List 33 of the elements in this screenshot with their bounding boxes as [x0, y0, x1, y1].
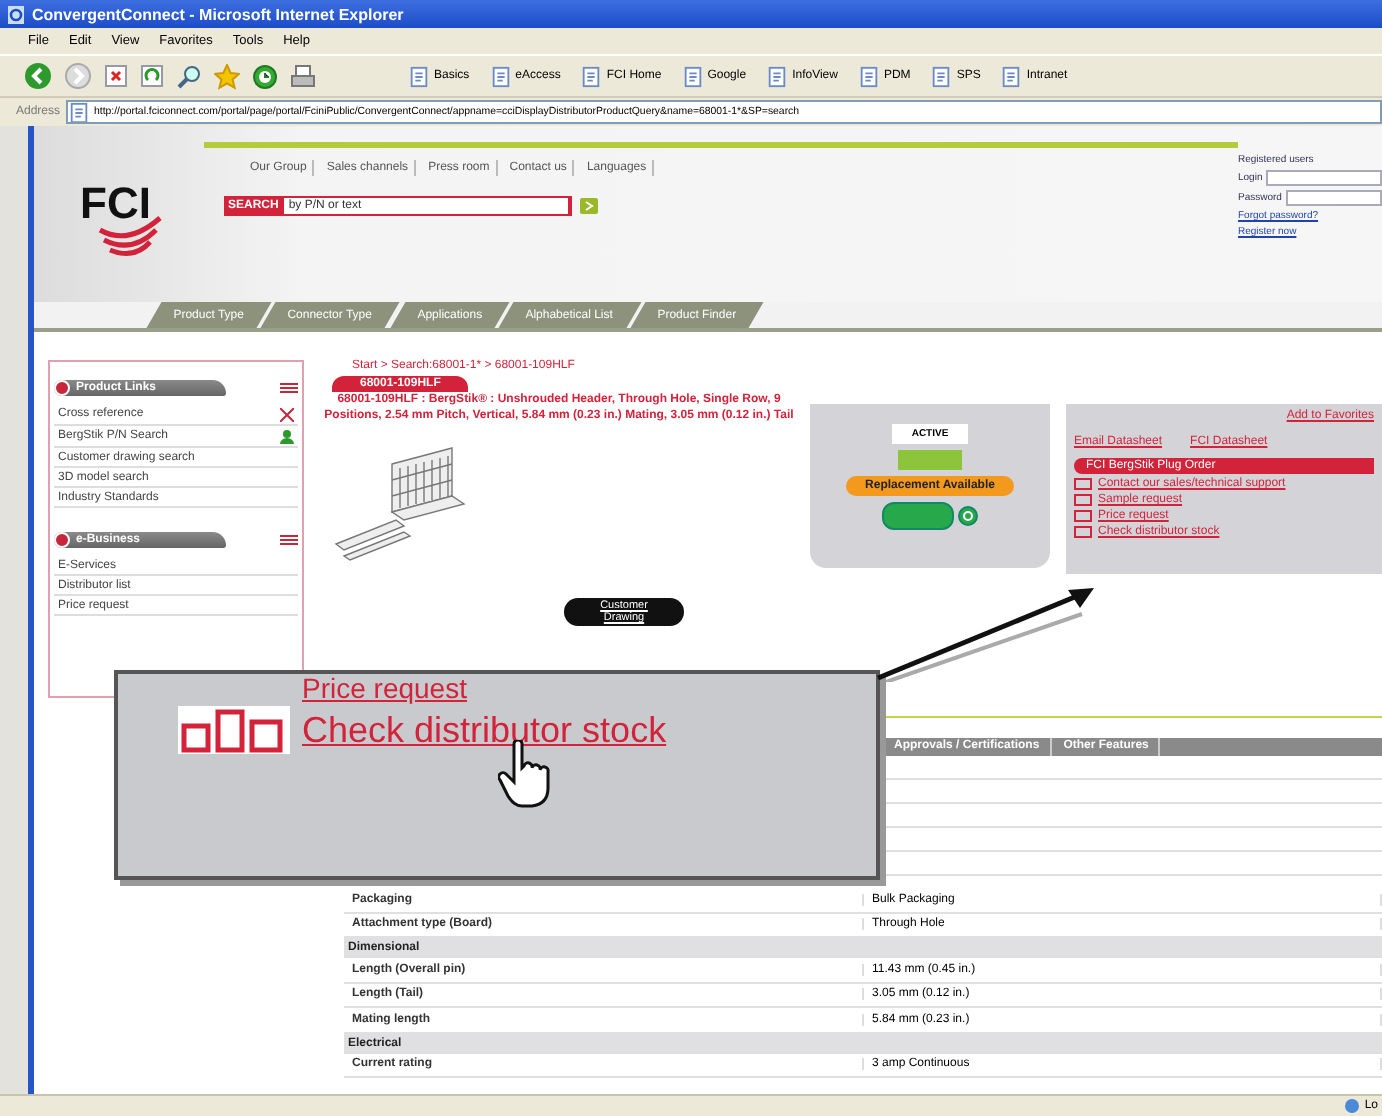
browser-icon — [8, 5, 24, 23]
page-icon — [766, 65, 789, 87]
page-icon — [681, 65, 704, 87]
history-icon[interactable] — [252, 63, 278, 89]
status-bar — [898, 450, 962, 470]
circle-icon — [958, 506, 978, 526]
back-button[interactable] — [24, 62, 52, 90]
go-icon[interactable] — [580, 198, 598, 214]
logo: FCI — [71, 166, 167, 262]
page-icon — [930, 65, 953, 87]
list-icon — [280, 382, 298, 394]
pill-button[interactable] — [882, 502, 954, 530]
page-icon — [408, 65, 430, 87]
input-field[interactable] — [1266, 170, 1382, 186]
scissors-icon — [280, 407, 294, 421]
chart-icon — [178, 706, 290, 754]
search-icon[interactable] — [176, 63, 202, 89]
printer-icon[interactable] — [290, 63, 316, 89]
star-icon[interactable] — [214, 63, 240, 89]
page-icon — [580, 65, 603, 87]
list-icon — [280, 534, 298, 546]
window-title: ConvergentConnect - Microsoft Internet Explorer — [32, 5, 404, 23]
input-field[interactable] — [1285, 190, 1382, 206]
forward-button[interactable] — [64, 62, 92, 90]
globe-icon — [1344, 1098, 1361, 1114]
page-icon — [1000, 65, 1023, 87]
hand-cursor-icon — [498, 740, 550, 808]
person-icon — [280, 429, 294, 443]
page-icon — [68, 102, 91, 122]
stop-icon[interactable] — [104, 64, 128, 88]
refresh-icon[interactable] — [140, 64, 164, 88]
page-icon — [857, 65, 880, 87]
page-icon — [489, 65, 512, 87]
